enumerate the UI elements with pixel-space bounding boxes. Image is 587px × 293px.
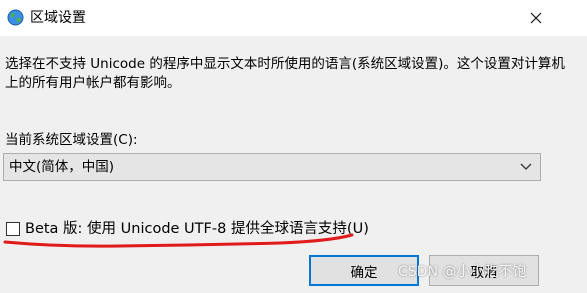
close-icon (530, 12, 542, 24)
beta-utf8-label[interactable]: Beta 版: 使用 Unicode UTF-8 提供全球语言支持(U) (25, 220, 369, 238)
globe-icon (7, 9, 24, 26)
cancel-button[interactable]: 取消 (429, 255, 539, 286)
window-title: 区域设置 (30, 10, 86, 26)
chevron-down-icon (520, 163, 532, 170)
ok-button[interactable]: 确定 (309, 255, 419, 286)
locale-dropdown[interactable]: 中文(简体，中国) (3, 153, 541, 181)
locale-dropdown-value: 中文(简体，中国) (9, 159, 115, 175)
current-locale-label: 当前系统区域设置(C): (5, 132, 138, 148)
beta-utf8-checkbox[interactable] (6, 222, 20, 236)
close-button[interactable] (515, 0, 557, 36)
title-bar: 区域设置 (0, 0, 587, 36)
description-text: 选择在不支持 Unicode 的程序中显示文本时所使用的语言(系统区域设置)。这… (5, 56, 565, 91)
